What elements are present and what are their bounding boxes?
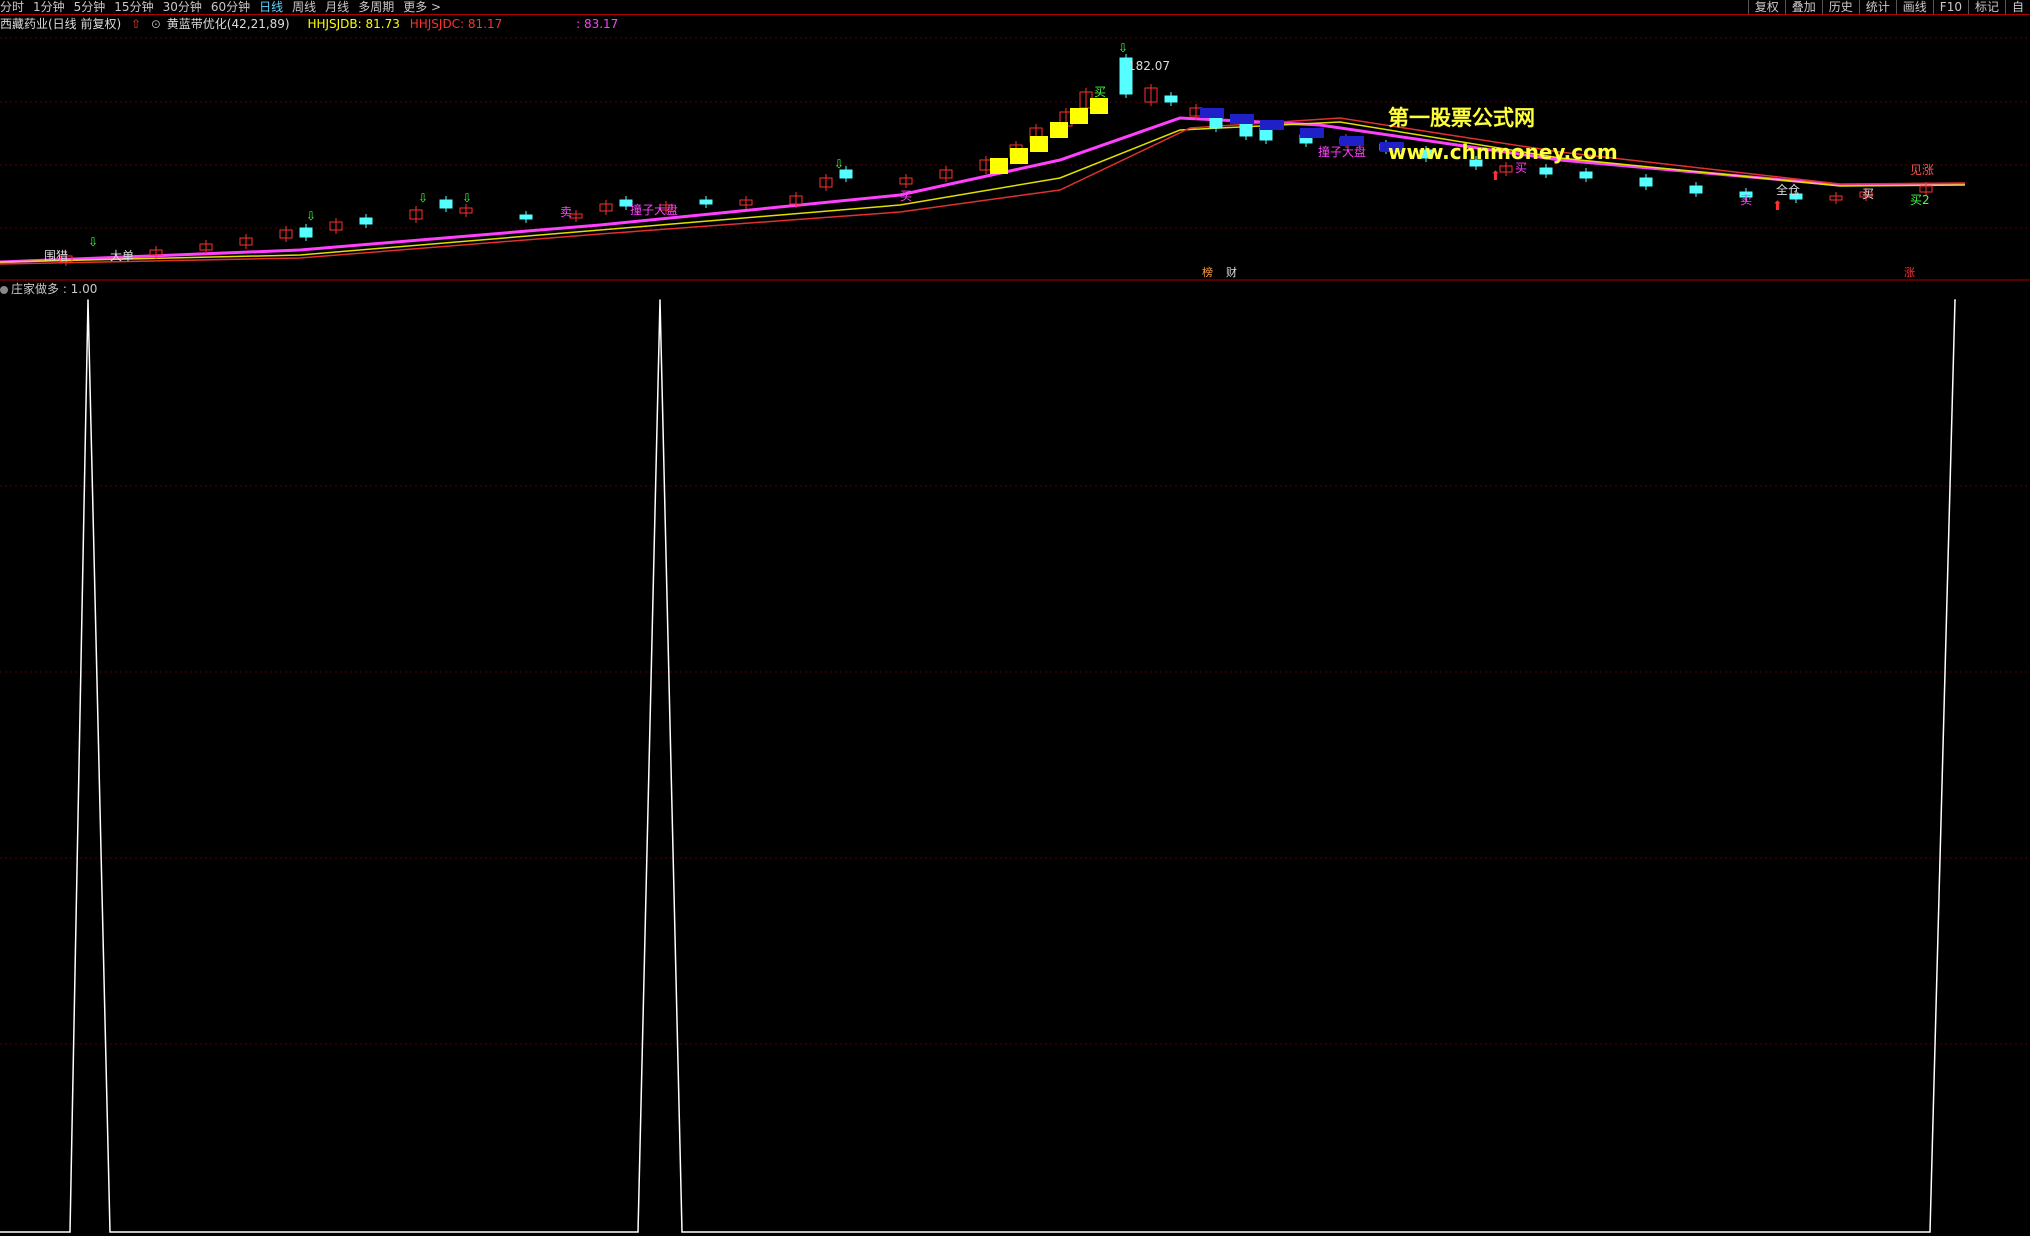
candle-body-41 <box>1539 167 1553 175</box>
indicator-title-text: 庄家做多 : 1.00 <box>11 282 98 296</box>
chart-annotation-11: 买 <box>1094 85 1106 99</box>
down-arrow-icon: ⇩ <box>462 191 472 205</box>
indicator-line-0 <box>0 299 1956 1233</box>
watermark-url: www.chnmoney.com <box>1388 140 1618 164</box>
down-arrow-icon: ⇩ <box>1118 41 1128 55</box>
yellow-band-block-5 <box>1090 98 1108 114</box>
kline-chart[interactable]: 182.07围猎 大单撞子大盘撞子大盘买卖买见涨全仓买买2买卖⇩⇩⇩ ⇩⇩⇩⬆⬆榜财… <box>0 0 2030 282</box>
candle-body-5 <box>299 227 313 238</box>
candle-body-33 <box>1239 123 1253 137</box>
indicator-series <box>0 299 1956 1233</box>
indicator-peak-point <box>659 299 661 301</box>
chart-annotation-9: 买 <box>1862 187 1874 201</box>
candle-body-11 <box>519 214 533 220</box>
watermark-title: 第一股票公式网 <box>1388 106 1535 130</box>
ma-magenta-line <box>0 116 1966 264</box>
candle-body-7 <box>359 217 373 225</box>
chart-annotation-10: 买2 <box>1910 193 1930 207</box>
yellow-band-block-1 <box>1010 148 1028 164</box>
indicator-peak-point <box>1954 299 1956 301</box>
up-arrow-icon: ⬆ <box>1490 169 1501 184</box>
indicator-peak-point <box>1954 299 1956 301</box>
chart-annotation-1: 大单 <box>110 249 134 263</box>
yellow-band-block-2 <box>1030 136 1048 152</box>
chart-annotation-7: 见涨 <box>1910 162 1934 177</box>
bottom-marker-1: 财 <box>1226 265 1237 279</box>
indicator-dot-icon[interactable] <box>0 286 8 294</box>
bottom-marker-2: 涨 <box>1904 266 1915 279</box>
blue-band-block-0 <box>1200 108 1224 118</box>
indicator-grid <box>0 485 2030 1045</box>
candle-body-20 <box>839 169 853 179</box>
peak-price-label: 182.07 <box>1128 59 1170 73</box>
candle-body-16 <box>699 199 713 205</box>
chart-annotation-5: 卖 <box>1740 193 1752 207</box>
down-arrow-icon: ⇩ <box>834 157 844 171</box>
indicator-peak-point <box>87 299 89 301</box>
down-arrow-icon: ⇩ <box>418 191 428 205</box>
candles <box>59 54 1933 266</box>
moving-average-lines <box>0 116 1966 265</box>
chart-annotation-8: 全仓 <box>1776 182 1800 197</box>
yellow-band-block-0 <box>990 158 1008 174</box>
chart-annotation-3: 撞子大盘 <box>1318 144 1366 159</box>
indicator-title: 庄家做多 : 1.00 <box>0 282 97 296</box>
candle-body-42 <box>1579 171 1593 179</box>
chart-annotation-12: 卖 <box>560 205 572 219</box>
blue-band-block-1 <box>1230 114 1254 124</box>
candle-body-43 <box>1639 177 1653 187</box>
up-arrow-icon: ⬆ <box>1772 199 1783 214</box>
down-arrow-icon: ⇩ <box>88 235 98 249</box>
bottom-marker-0: 榜 <box>1202 265 1213 279</box>
blue-band-block-2 <box>1260 120 1284 130</box>
candle-body-30 <box>1164 95 1178 103</box>
candle-body-9 <box>439 199 453 209</box>
ma-yellow-line <box>0 121 1966 263</box>
candle-body-44 <box>1689 185 1703 194</box>
chart-annotation-6: 买 <box>900 189 912 203</box>
blue-band-block-3 <box>1300 128 1324 138</box>
chart-annotation-0: 围猎 <box>44 249 68 263</box>
down-arrow-icon: ⇩ <box>306 209 316 223</box>
yellow-band-block-4 <box>1070 108 1088 124</box>
yellow-band-block-3 <box>1050 122 1068 138</box>
chart-annotation-2: 撞子大盘 <box>630 202 678 217</box>
